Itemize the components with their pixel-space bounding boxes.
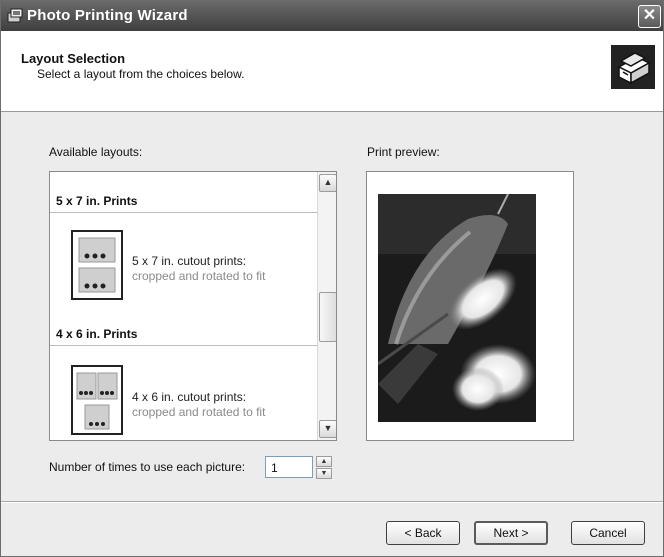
layout-item-4x6-cutout[interactable]: 4 x 6 in. cutout prints: cropped and rot…: [50, 352, 316, 440]
preview-photo: [378, 194, 536, 422]
next-button[interactable]: Next >: [474, 521, 548, 545]
stepper-down-button[interactable]: ▼: [316, 468, 332, 479]
print-preview-label: Print preview:: [367, 145, 440, 159]
layout-item-description: cropped and rotated to fit: [132, 405, 266, 419]
close-button[interactable]: ✕: [638, 5, 661, 28]
print-preview-panel: [366, 171, 574, 441]
group-divider: [50, 212, 318, 213]
scroll-down-button[interactable]: ▼: [319, 420, 336, 438]
layout-item-description: cropped and rotated to fit: [132, 269, 266, 283]
back-button[interactable]: < Back: [386, 521, 460, 545]
page-subtitle: Select a layout from the choices below.: [37, 67, 245, 81]
printer-photos-icon: [611, 45, 655, 89]
layout-thumbnail-icon: [71, 230, 123, 300]
copies-label: Number of times to use each picture:: [49, 460, 246, 474]
layout-group-title: 5 x 7 in. Prints: [56, 194, 138, 208]
group-divider: [50, 345, 318, 346]
close-icon: ✕: [642, 7, 657, 24]
layout-thumbnail-icon: [71, 365, 123, 435]
layouts-scrollbar[interactable]: ▲ ▼: [317, 172, 336, 440]
title-bar: Photo Printing Wizard ✕: [1, 1, 663, 31]
stepper-up-button[interactable]: ▲: [316, 456, 332, 467]
copies-stepper[interactable]: ▲ ▼: [316, 456, 332, 479]
chevron-down-icon: ▼: [323, 423, 333, 433]
layout-item-5x7-cutout[interactable]: 5 x 7 in. cutout prints: cropped and rot…: [50, 220, 316, 310]
available-layouts-label: Available layouts:: [49, 145, 143, 159]
layout-item-title: 5 x 7 in. cutout prints:: [132, 254, 247, 268]
wizard-window-icon: [7, 8, 23, 23]
photo-printing-wizard-window: Photo Printing Wizard ✕ Layout Selection…: [0, 0, 664, 557]
copies-input[interactable]: 1: [265, 456, 313, 478]
layouts-listbox[interactable]: 5 x 7 in. Prints 5 x 7 in. cutout prints…: [49, 171, 337, 441]
scrollbar-thumb[interactable]: [319, 292, 336, 342]
chevron-up-icon: ▲: [323, 177, 333, 187]
wizard-header: Layout Selection Select a layout from th…: [1, 31, 663, 112]
chevron-down-icon: ▼: [320, 470, 328, 477]
chevron-up-icon: ▲: [320, 458, 328, 465]
window-title: Photo Printing Wizard: [27, 7, 188, 24]
cancel-button[interactable]: Cancel: [571, 521, 645, 545]
scroll-up-button[interactable]: ▲: [319, 174, 336, 192]
layout-group-title: 4 x 6 in. Prints: [56, 327, 138, 341]
layout-item-title: 4 x 6 in. cutout prints:: [132, 390, 247, 404]
page-title: Layout Selection: [21, 51, 126, 66]
footer-divider: [1, 501, 663, 503]
